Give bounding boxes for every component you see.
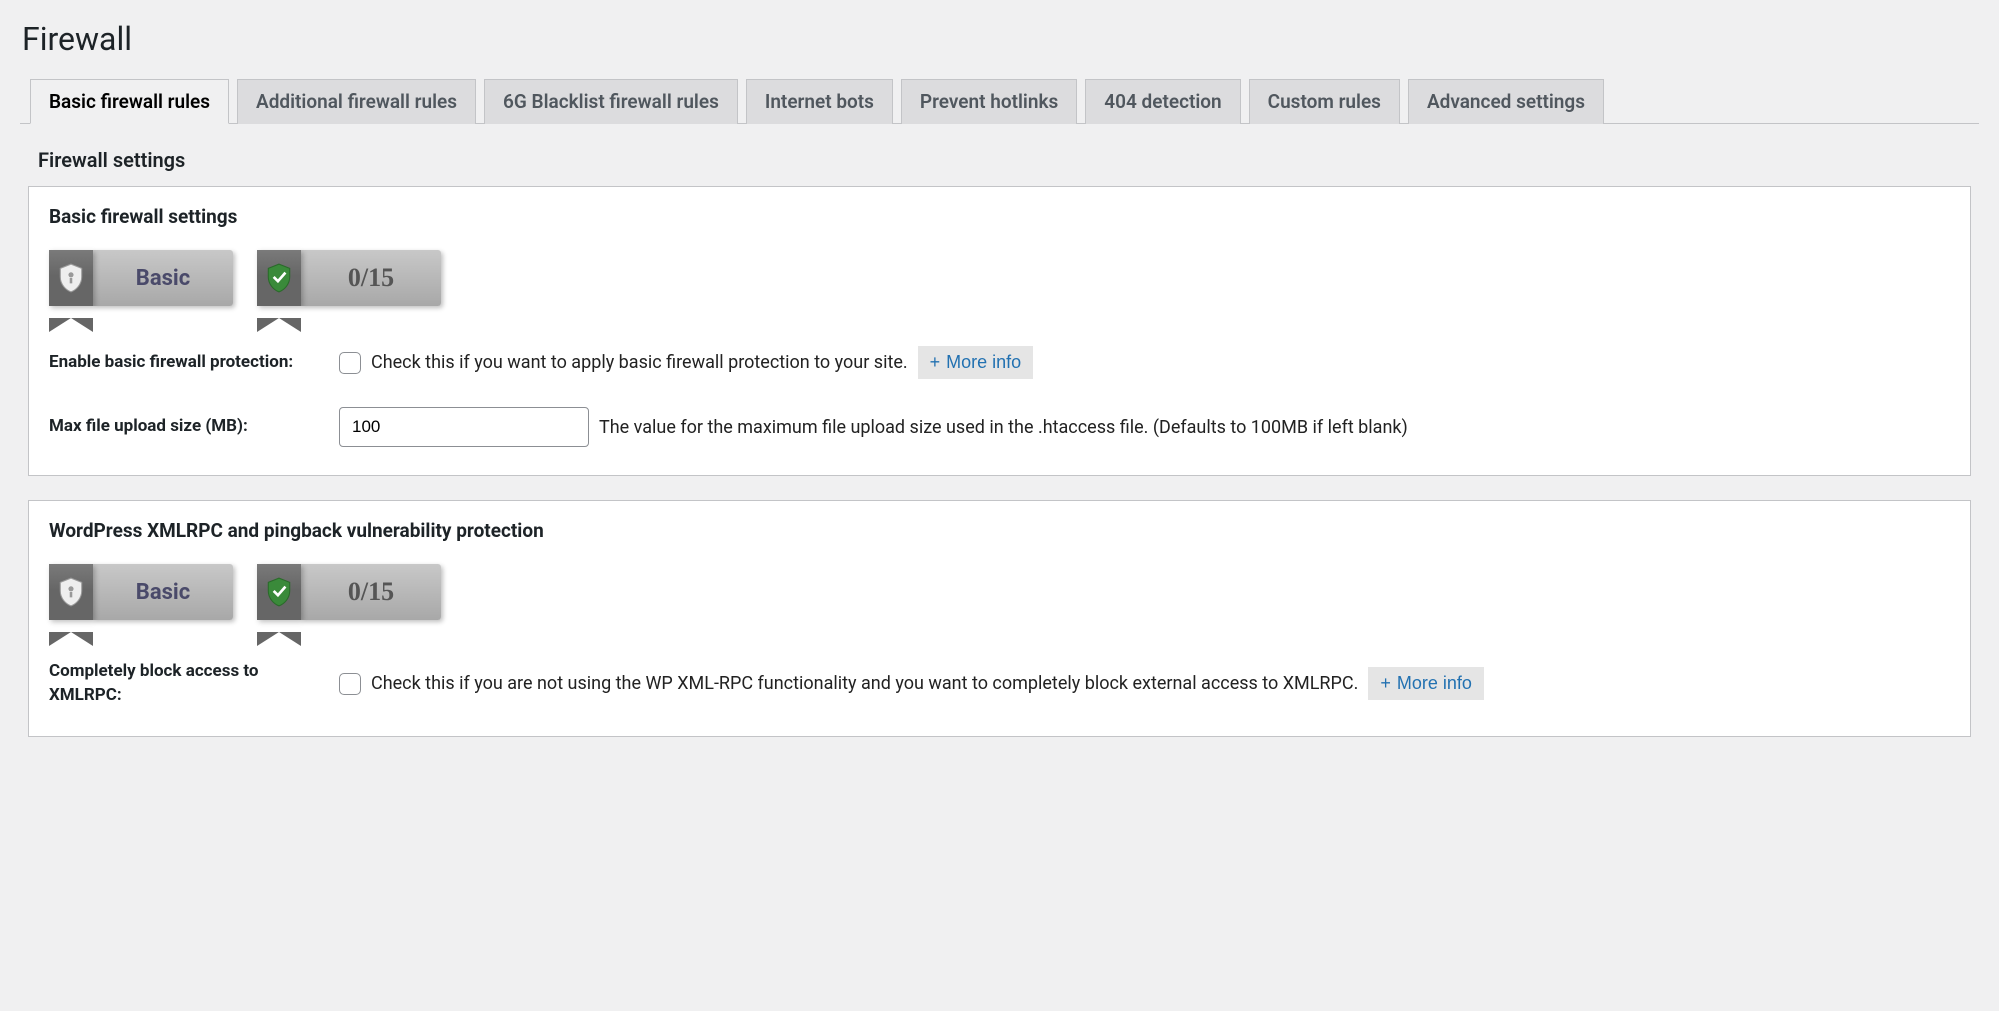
- badge-level: Basic: [49, 250, 233, 306]
- tab-basic-firewall-rules[interactable]: Basic firewall rules: [30, 79, 229, 124]
- badge-row: Basic 0/15: [49, 564, 1950, 620]
- row-max-upload: Max file upload size (MB): The value for…: [49, 407, 1950, 447]
- tab-prevent-hotlinks[interactable]: Prevent hotlinks: [901, 79, 1077, 124]
- badge-score-text: 0/15: [301, 564, 441, 620]
- block-xmlrpc-desc: Check this if you are not using the WP X…: [371, 673, 1358, 694]
- tab-internet-bots[interactable]: Internet bots: [746, 79, 893, 124]
- plus-icon: +: [1380, 673, 1391, 694]
- panel-title: WordPress XMLRPC and pingback vulnerabil…: [49, 519, 1950, 542]
- more-info-button[interactable]: + More info: [1368, 667, 1484, 700]
- tab-advanced-settings[interactable]: Advanced settings: [1408, 79, 1604, 124]
- tab-404-detection[interactable]: 404 detection: [1085, 79, 1240, 124]
- panel-xmlrpc: WordPress XMLRPC and pingback vulnerabil…: [28, 500, 1971, 737]
- enable-basic-firewall-desc: Check this if you want to apply basic fi…: [371, 352, 908, 373]
- more-info-button[interactable]: + More info: [918, 346, 1034, 379]
- badge-level-text: Basic: [93, 250, 233, 306]
- badge-level-text: Basic: [93, 564, 233, 620]
- badge-score: 0/15: [257, 564, 441, 620]
- shield-alert-icon: [49, 564, 93, 620]
- badge-score-text: 0/15: [301, 250, 441, 306]
- enable-basic-firewall-label: Enable basic firewall protection:: [49, 351, 339, 375]
- more-info-text: More info: [946, 352, 1021, 373]
- tab-custom-rules[interactable]: Custom rules: [1249, 79, 1400, 124]
- shield-check-icon: [257, 250, 301, 306]
- row-enable-basic-firewall: Enable basic firewall protection: Check …: [49, 346, 1950, 379]
- block-xmlrpc-checkbox[interactable]: [339, 673, 361, 695]
- plus-icon: +: [930, 352, 941, 373]
- block-xmlrpc-label: Completely block access to XMLRPC:: [49, 660, 339, 708]
- section-heading: Firewall settings: [20, 124, 1979, 186]
- tab-bar: Basic firewall rules Additional firewall…: [20, 78, 1979, 124]
- tab-6g-blacklist[interactable]: 6G Blacklist firewall rules: [484, 79, 738, 124]
- panel-basic-firewall: Basic firewall settings Basic 0/15 Enabl…: [28, 186, 1971, 476]
- badge-level: Basic: [49, 564, 233, 620]
- badge-score: 0/15: [257, 250, 441, 306]
- shield-alert-icon: [49, 250, 93, 306]
- badge-row: Basic 0/15: [49, 250, 1950, 306]
- row-block-xmlrpc: Completely block access to XMLRPC: Check…: [49, 660, 1950, 708]
- tab-additional-firewall-rules[interactable]: Additional firewall rules: [237, 79, 476, 124]
- panel-title: Basic firewall settings: [49, 205, 1950, 228]
- max-upload-desc: The value for the maximum file upload si…: [599, 417, 1408, 438]
- page-title: Firewall: [20, 20, 1979, 58]
- max-upload-input[interactable]: [339, 407, 589, 447]
- shield-check-icon: [257, 564, 301, 620]
- enable-basic-firewall-checkbox[interactable]: [339, 352, 361, 374]
- max-upload-label: Max file upload size (MB):: [49, 415, 339, 439]
- more-info-text: More info: [1397, 673, 1472, 694]
